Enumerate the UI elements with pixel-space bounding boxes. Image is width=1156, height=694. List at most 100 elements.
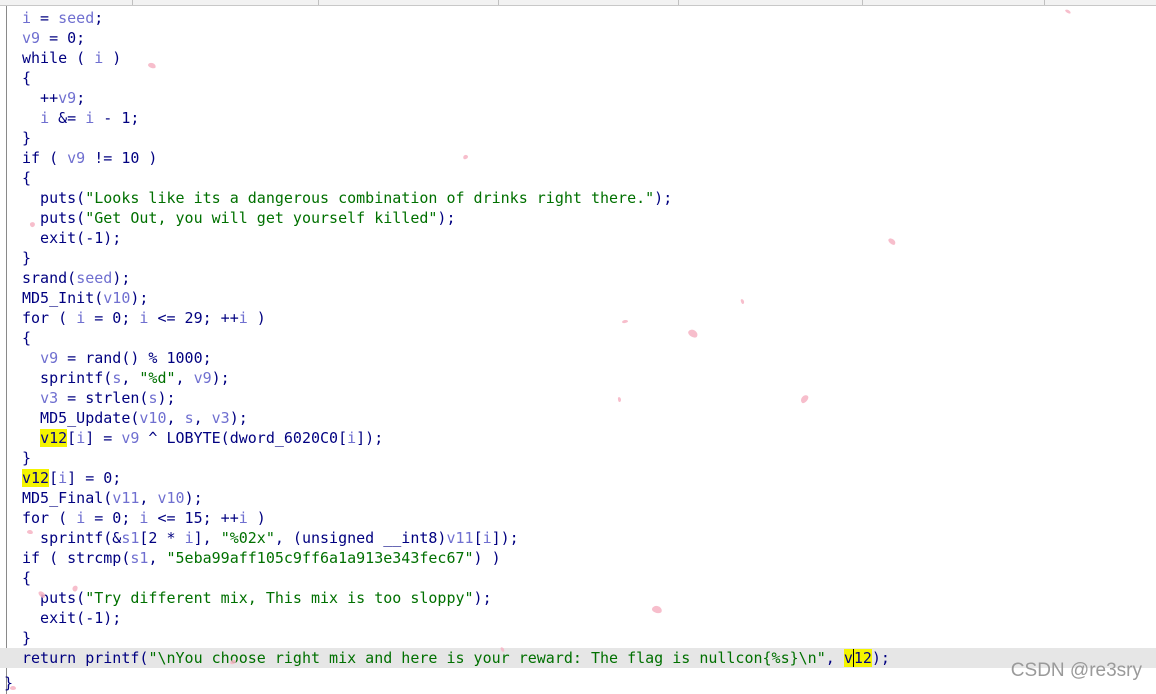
code-token: ) ) [473,549,501,567]
code-line[interactable]: { [22,328,1156,348]
identifier[interactable]: i [239,309,248,327]
code-area[interactable]: i = seed; v9 = 0; while ( i ){ ++v9; i &= … [0,8,1156,668]
highlighted-identifier[interactable]: v12 [22,469,50,487]
code-line[interactable]: v9 = rand() % 1000; [22,348,1156,368]
code-line[interactable]: } [22,128,1156,148]
identifier[interactable]: i [40,109,49,127]
code-token: ); [211,369,230,387]
identifier[interactable]: s [185,409,194,427]
identifier[interactable]: v10 [139,409,166,427]
code-line[interactable]: puts("Get Out, you will get yourself kil… [22,208,1156,228]
identifier[interactable]: v9 [194,369,212,387]
identifier[interactable]: v11 [446,529,473,547]
code-line[interactable]: } [22,248,1156,268]
tab[interactable] [498,0,679,5]
identifier[interactable]: v3 [40,389,58,407]
identifier[interactable]: v3 [212,409,230,427]
identifier[interactable]: v11 [112,489,139,507]
code-token: , [148,549,167,567]
code-line[interactable]: exit(-1); [22,228,1156,248]
code-line[interactable]: MD5_Init(v10); [22,288,1156,308]
code-token: , [175,369,194,387]
identifier[interactable]: v9 [40,349,58,367]
code-line[interactable]: i &= i - 1; [22,108,1156,128]
identifier[interactable]: s1 [130,549,148,567]
identifier[interactable]: seed [58,9,94,27]
code-line[interactable]: if ( v9 != 10 ) [22,148,1156,168]
code-token: { [22,69,32,87]
identifier[interactable]: i [239,509,248,527]
code-token: } [22,629,32,647]
identifier[interactable]: i [58,469,67,487]
code-token: ); [654,189,673,207]
code-line[interactable]: } [22,448,1156,468]
highlighted-identifier[interactable]: v12 [843,649,872,667]
code-token: exit(-1); [22,609,122,627]
code-token: , [139,489,158,507]
identifier[interactable]: i [483,529,492,547]
tab[interactable] [318,0,499,5]
code-line[interactable]: v9 = 0; [22,28,1156,48]
code-line[interactable]: { [22,68,1156,88]
identifier[interactable]: i [76,429,85,447]
tab[interactable] [0,0,133,5]
highlighted-identifier[interactable]: v12 [40,429,68,447]
code-token: MD5_Final( [22,489,113,507]
code-line[interactable]: while ( i ) [22,48,1156,68]
identifier[interactable]: i [76,309,85,327]
identifier[interactable]: v9 [121,429,139,447]
identifier[interactable]: v9 [22,29,40,47]
code-line[interactable]: for ( i = 0; i <= 29; ++i ) [22,308,1156,328]
identifier[interactable]: i [22,9,31,27]
code-line[interactable]: { [22,168,1156,188]
code-line[interactable]: { [22,568,1156,588]
code-line[interactable]: ++v9; [22,88,1156,108]
code-token: exit(-1); [22,229,122,247]
code-token: ); [130,289,149,307]
identifier[interactable]: v9 [58,89,76,107]
code-token: MD5_Init( [22,289,104,307]
code-line[interactable]: sprintf(&s1[2 * i], "%02x", (unsigned __… [22,528,1156,548]
code-line[interactable]: } [22,628,1156,648]
tab[interactable] [678,0,863,5]
identifier[interactable]: v9 [67,149,85,167]
code-line[interactable]: srand(seed); [22,268,1156,288]
identifier[interactable]: s1 [121,529,139,547]
identifier[interactable]: i [185,529,194,547]
code-token: <= 29; ++ [148,309,239,327]
code-line[interactable]: for ( i = 0; i <= 15; ++i ) [22,508,1156,528]
code-token: [ [473,529,483,547]
code-line-current[interactable]: return printf("\nYou choose right mix an… [0,648,1156,668]
code-token: ) [247,509,266,527]
tab[interactable] [132,0,319,5]
code-line[interactable]: sprintf(s, "%d", v9); [22,368,1156,388]
identifier[interactable]: s [112,369,121,387]
identifier[interactable]: i [85,109,94,127]
tab[interactable] [862,0,1045,5]
string-literal: "\nYou choose right mix and here is your… [148,649,826,667]
code-line[interactable]: MD5_Update(v10, s, v3); [22,408,1156,428]
code-token: = 0; [85,309,140,327]
code-token: return printf( [22,649,149,667]
code-token: ); [229,409,248,427]
identifier[interactable]: i [94,49,103,67]
identifier[interactable]: v10 [103,289,130,307]
code-line[interactable]: puts("Looks like its a dangerous combina… [22,188,1156,208]
code-token: [2 * [139,529,185,547]
string-literal: "5eba99aff105c9ff6a1a913e343fec67" [166,549,474,567]
identifier[interactable]: seed [76,269,112,287]
identifier[interactable]: i [347,429,356,447]
code-token: ) [103,49,122,67]
code-line[interactable]: if ( strcmp(s1, "5eba99aff105c9ff6a1a913… [22,548,1156,568]
code-line[interactable]: v3 = strlen(s); [22,388,1156,408]
pseudocode-view[interactable]: i = seed; v9 = 0; while ( i ){ ++v9; i &= … [0,6,1156,694]
code-line[interactable]: v12[i] = v9 ^ LOBYTE(dword_6020C0[i]); [22,428,1156,448]
code-line[interactable]: MD5_Final(v11, v10); [22,488,1156,508]
identifier[interactable]: v10 [157,489,184,507]
code-line[interactable]: v12[i] = 0; [22,468,1156,488]
identifier[interactable]: i [76,509,85,527]
code-line[interactable]: exit(-1); [22,608,1156,628]
code-line[interactable]: i = seed; [22,8,1156,28]
code-token: ]); [491,529,519,547]
code-line[interactable]: puts("Try different mix, This mix is too… [22,588,1156,608]
